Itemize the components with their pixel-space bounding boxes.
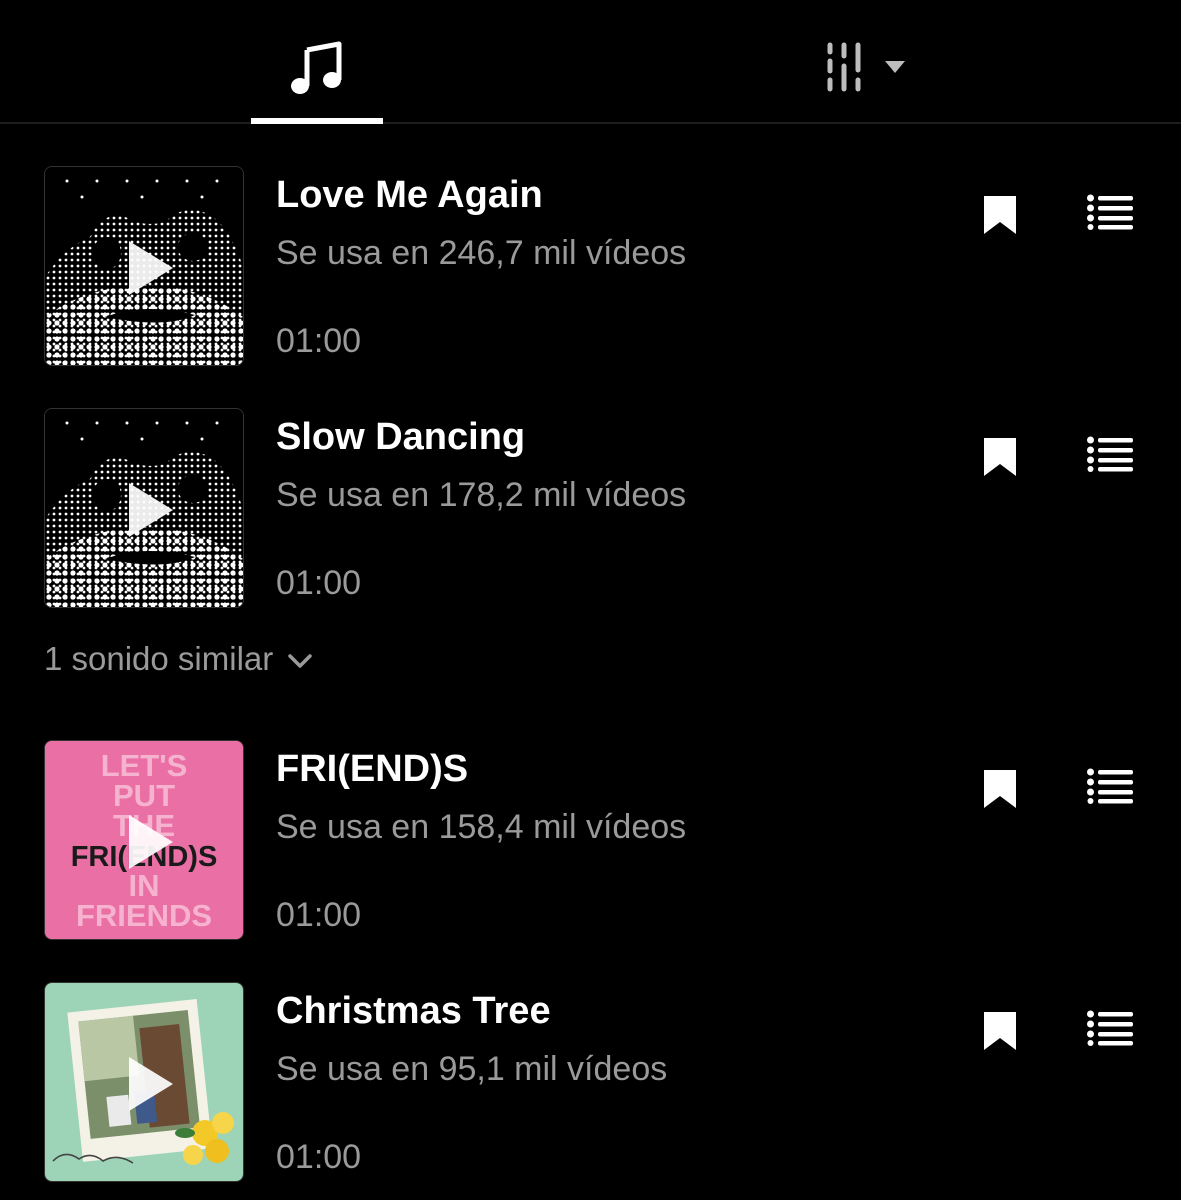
list-icon[interactable] bbox=[1087, 194, 1133, 230]
caret-down-icon bbox=[885, 61, 905, 73]
cover-text: IN bbox=[128, 868, 160, 903]
track-cover[interactable]: LET'S PUT THE FRI(END)S IN FRIENDS bbox=[44, 740, 244, 940]
track-title: Christmas Tree bbox=[276, 990, 551, 1032]
cover-text: FRIENDS bbox=[75, 898, 213, 933]
track-row[interactable]: Slow Dancing Se usa en 178,2 mil vídeos … bbox=[0, 408, 1181, 608]
bookmark-icon[interactable] bbox=[982, 1010, 1018, 1052]
track-cover[interactable] bbox=[44, 166, 244, 366]
tab-sounds[interactable] bbox=[251, 0, 383, 124]
track-row[interactable]: LET'S PUT THE FRI(END)S IN FRIENDS FRI(E… bbox=[0, 740, 1181, 940]
track-cover[interactable] bbox=[44, 982, 244, 1182]
cover-text: LET'S bbox=[100, 748, 188, 783]
play-icon bbox=[129, 241, 173, 295]
play-icon bbox=[129, 483, 173, 537]
bookmark-icon[interactable] bbox=[982, 768, 1018, 810]
tab-bar bbox=[0, 0, 1181, 124]
bookmark-icon[interactable] bbox=[982, 436, 1018, 478]
track-duration: 01:00 bbox=[276, 1138, 362, 1176]
cover-text: PUT bbox=[113, 778, 175, 813]
track-title: Slow Dancing bbox=[276, 416, 526, 458]
track-title: FRI(END)S bbox=[276, 748, 469, 790]
track-usage-count: Se usa en 246,7 mil vídeos bbox=[276, 234, 687, 272]
track-duration: 01:00 bbox=[276, 896, 362, 934]
track-cover[interactable] bbox=[44, 408, 244, 608]
bookmark-icon[interactable] bbox=[982, 194, 1018, 236]
track-usage-count: Se usa en 178,2 mil vídeos bbox=[276, 476, 687, 514]
list-icon[interactable] bbox=[1087, 436, 1133, 472]
list-icon[interactable] bbox=[1087, 768, 1133, 804]
similar-sounds-label: 1 sonido similar bbox=[44, 640, 274, 677]
track-row[interactable]: Love Me Again Se usa en 246,7 mil vídeos… bbox=[0, 166, 1181, 366]
track-title: Love Me Again bbox=[276, 174, 543, 216]
play-icon bbox=[129, 1057, 173, 1111]
music-note-icon bbox=[291, 41, 342, 94]
active-tab-indicator bbox=[251, 118, 383, 124]
list-icon[interactable] bbox=[1087, 1010, 1133, 1046]
chevron-down-icon bbox=[288, 654, 313, 669]
similar-sounds-toggle[interactable]: 1 sonido similar bbox=[44, 640, 313, 680]
filter-bars-icon bbox=[827, 42, 861, 92]
track-row[interactable]: Christmas Tree Se usa en 95,1 mil vídeos… bbox=[0, 982, 1181, 1182]
play-icon bbox=[129, 815, 173, 869]
track-usage-count: Se usa en 158,4 mil vídeos bbox=[276, 808, 687, 846]
track-duration: 01:00 bbox=[276, 322, 362, 360]
track-duration: 01:00 bbox=[276, 564, 362, 602]
track-usage-count: Se usa en 95,1 mil vídeos bbox=[276, 1050, 668, 1088]
tab-filter[interactable] bbox=[818, 0, 918, 122]
